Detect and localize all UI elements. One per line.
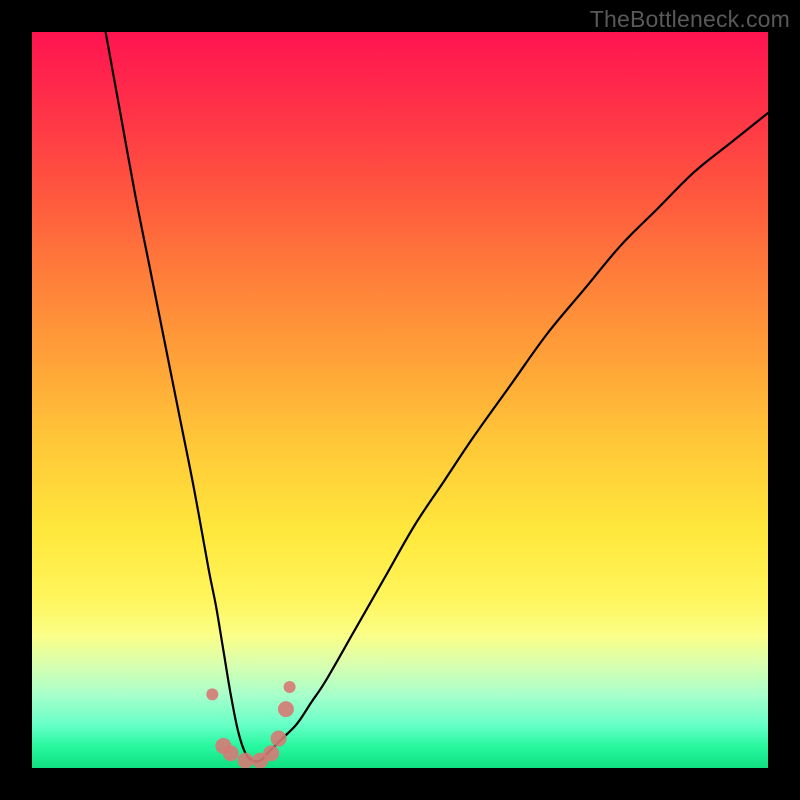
watermark-text: TheBottleneck.com (590, 6, 790, 33)
curve-marker (278, 701, 294, 717)
bottleneck-curve (106, 32, 768, 762)
curve-svg (32, 32, 768, 768)
chart-frame: TheBottleneck.com (0, 0, 800, 800)
curve-markers (206, 681, 295, 768)
plot-area (32, 32, 768, 768)
curve-marker (271, 731, 287, 747)
curve-marker (263, 745, 279, 761)
curve-marker (223, 745, 239, 761)
curve-marker (284, 681, 296, 693)
curve-marker (237, 753, 253, 768)
curve-marker (206, 688, 218, 700)
